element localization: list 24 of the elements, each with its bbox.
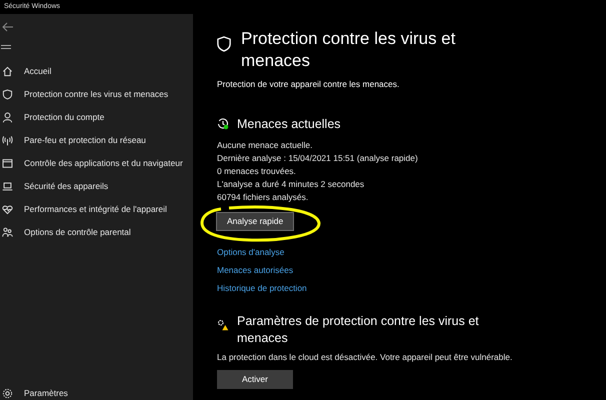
- quick-scan-button[interactable]: Analyse rapide: [216, 212, 294, 230]
- nav-item[interactable]: Performances et intégrité de l'appareil: [0, 198, 193, 221]
- status-text: 60794 fichiers analysés.: [217, 190, 310, 204]
- status-text: Dernière analyse : 15/04/2021 15:51 (analyse rapide): [217, 152, 419, 164]
- page-title: Protection contre les virus et menaces: [241, 28, 456, 72]
- section-heading: Paramètres de protection contre les virus et menaces: [237, 312, 480, 347]
- link[interactable]: Historique de protection: [217, 282, 307, 295]
- nav-item[interactable]: Options de contrôle parental: [0, 221, 193, 244]
- activate-button[interactable]: Activer: [217, 370, 293, 389]
- settings-item[interactable]: Paramètres: [0, 386, 193, 400]
- nav-item[interactable]: Protection du compte: [0, 106, 193, 129]
- status-text: 0 menaces trouvées.: [217, 164, 297, 178]
- page-subtitle: Protection de votre appareil contre les menaces.: [217, 78, 400, 91]
- nav-item[interactable]: Accueil: [0, 60, 193, 83]
- nav-item[interactable]: Pare-feu et protection du réseau: [0, 129, 193, 152]
- link[interactable]: Options d'analyse: [217, 246, 284, 259]
- link[interactable]: Menaces autorisées: [217, 264, 294, 277]
- nav-item[interactable]: Contrôle des applications et du navigateur: [0, 152, 193, 175]
- nav-item[interactable]: Sécurité des appareils: [0, 175, 193, 198]
- status-text: L'analyse a duré 4 minutes 2 secondes: [217, 178, 366, 190]
- section-heading: Menaces actuelles: [237, 116, 341, 133]
- status-text: Aucune menace actuelle.: [217, 138, 314, 152]
- warning-text: La protection dans le cloud est désactivée. Votre appareil peut être vulnérable.: [217, 350, 514, 363]
- nav-item[interactable]: Protection contre les virus et menaces: [0, 83, 193, 106]
